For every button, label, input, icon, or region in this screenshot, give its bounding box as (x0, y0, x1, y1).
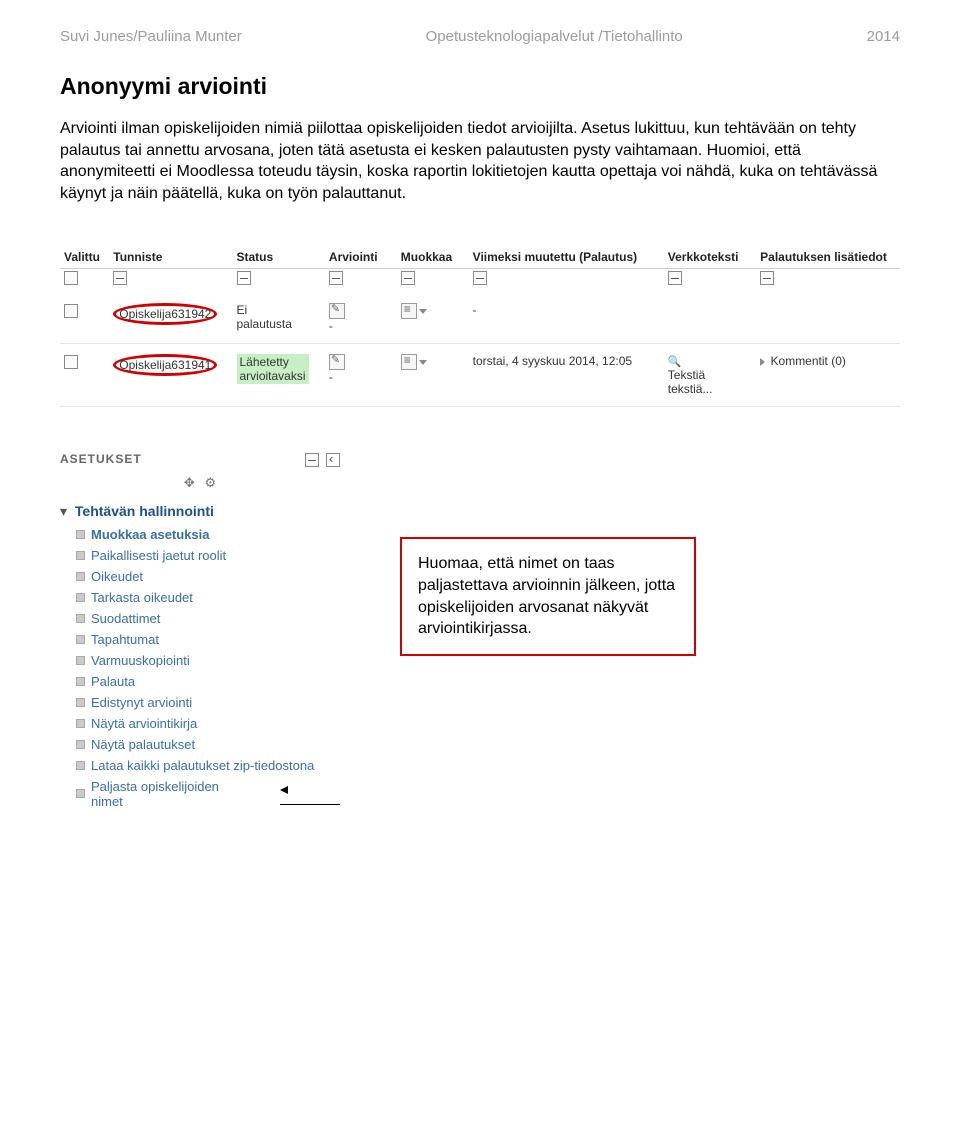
settings-item-check-permissions[interactable]: Tarkasta oikeudet (76, 587, 340, 608)
header-center: Opetusteknologiapalvelut /Tietohallinto (426, 28, 683, 45)
pointer-arrow (280, 781, 340, 811)
bullet-icon (76, 593, 85, 602)
gear-icon[interactable]: ⚙ (204, 475, 216, 490)
settings-item-advanced-grading[interactable]: Edistynyt arviointi (76, 692, 340, 713)
table-collapse-row (60, 269, 900, 294)
settings-block-title: ASETUKSET (60, 452, 142, 466)
collapse-icon[interactable] (401, 271, 415, 285)
last-modified: torstai, 4 syyskuu 2014, 12:05 (469, 344, 664, 407)
status-text: Lähetettyarvioitavaksi (237, 354, 309, 384)
bullet-icon (76, 551, 85, 560)
block-collapse-icon[interactable] (305, 453, 319, 467)
grading-table-wrap: Valittu Tunniste Status Arviointi Muokka… (60, 244, 900, 407)
block-dock-icon[interactable] (326, 453, 340, 467)
col-lisatiedot[interactable]: Palautuksen lisätiedot (756, 244, 900, 269)
grade-value: - (329, 319, 333, 333)
online-text: Tekstiä tekstiä... (668, 368, 713, 396)
col-valittu[interactable]: Valittu (60, 244, 109, 269)
settings-item-permissions[interactable]: Oikeudet (76, 566, 340, 587)
page-header: Suvi Junes/Pauliina Munter Opetusteknolo… (60, 28, 900, 45)
callout-text: Huomaa, että nimet on taas paljastettava… (418, 555, 675, 637)
settings-item-view-submissions[interactable]: Näytä palautukset (76, 734, 340, 755)
col-muutettu[interactable]: Viimeksi muutettu (Palautus) (469, 244, 664, 269)
identifier-circled: Opiskelija631942 (113, 303, 217, 325)
tree-toggle-icon[interactable]: ▾ (60, 503, 67, 519)
extra-info (756, 293, 900, 344)
expand-icon[interactable] (760, 358, 765, 366)
settings-root[interactable]: ▾ Tehtävän hallinnointi (60, 499, 340, 524)
settings-item-download-zip[interactable]: Lataa kaikki palautukset zip-tiedostona (76, 755, 340, 776)
settings-gear-row: ✥ ⚙ (60, 471, 340, 499)
identifier-text: Opiskelija631941 (119, 358, 211, 372)
document-body: Arviointi ilman opiskelijoiden nimiä pii… (60, 118, 900, 204)
edit-icon[interactable] (329, 303, 345, 319)
table-row: Opiskelija631941 Lähetettyarvioitavaksi … (60, 344, 900, 407)
settings-item-edit[interactable]: Muokkaa asetuksia (76, 524, 340, 545)
settings-item-reveal-identities[interactable]: Paljasta opiskelijoiden nimet (76, 776, 340, 812)
grade-value: - (329, 370, 333, 384)
settings-item-gradebook[interactable]: Näytä arviointikirja (76, 713, 340, 734)
magnifier-icon[interactable] (668, 354, 682, 368)
chevron-down-icon[interactable] (419, 360, 427, 365)
settings-item-restore[interactable]: Palauta (76, 671, 340, 692)
settings-block: ASETUKSET ✥ ⚙ ▾ Tehtävän hallinnointi Mu… (60, 447, 340, 812)
identifier-circled: Opiskelija631941 (113, 354, 217, 376)
online-text (664, 293, 756, 344)
bullet-icon (76, 698, 85, 707)
collapse-icon[interactable] (668, 271, 682, 285)
actions-menu-icon[interactable] (401, 354, 417, 370)
collapse-icon[interactable] (473, 271, 487, 285)
collapse-icon[interactable] (113, 271, 127, 285)
col-muokkaa[interactable]: Muokkaa (397, 244, 469, 269)
identifier-text: Opiskelija631942 (119, 307, 211, 321)
header-right: 2014 (867, 28, 900, 45)
row-checkbox[interactable] (64, 304, 78, 318)
bullet-icon (76, 656, 85, 665)
settings-item-backup[interactable]: Varmuuskopiointi (76, 650, 340, 671)
document-title: Anonyymi arviointi (60, 73, 900, 100)
settings-block-header: ASETUKSET (60, 447, 340, 471)
bullet-icon (76, 614, 85, 623)
bullet-icon (76, 635, 85, 644)
callout-box: Huomaa, että nimet on taas paljastettava… (400, 537, 696, 655)
header-left: Suvi Junes/Pauliina Munter (60, 28, 242, 45)
grading-table: Valittu Tunniste Status Arviointi Muokka… (60, 244, 900, 407)
collapse-icon[interactable] (237, 271, 251, 285)
col-status[interactable]: Status (233, 244, 325, 269)
col-tunniste[interactable]: Tunniste (109, 244, 232, 269)
row-checkbox[interactable] (64, 355, 78, 369)
bullet-icon (76, 530, 85, 539)
actions-menu-icon[interactable] (401, 303, 417, 319)
settings-item-events[interactable]: Tapahtumat (76, 629, 340, 650)
move-icon[interactable]: ✥ (184, 475, 195, 490)
settings-item-roles[interactable]: Paikallisesti jaetut roolit (76, 545, 340, 566)
col-arviointi[interactable]: Arviointi (325, 244, 397, 269)
bullet-icon (76, 789, 85, 798)
settings-item-filters[interactable]: Suodattimet (76, 608, 340, 629)
comments-link[interactable]: Kommentit (0) (771, 354, 846, 368)
status-text: Eipalautusta (237, 303, 292, 331)
chevron-down-icon[interactable] (419, 309, 427, 314)
bullet-icon (76, 740, 85, 749)
collapse-icon[interactable] (760, 271, 774, 285)
settings-root-label: Tehtävän hallinnointi (75, 503, 214, 519)
col-verkkoteksti[interactable]: Verkkoteksti (664, 244, 756, 269)
bullet-icon (76, 719, 85, 728)
bullet-icon (76, 572, 85, 581)
bullet-icon (76, 677, 85, 686)
last-modified: - (469, 293, 664, 344)
edit-icon[interactable] (329, 354, 345, 370)
collapse-icon[interactable] (329, 271, 343, 285)
table-row: Opiskelija631942 Eipalautusta - - (60, 293, 900, 344)
settings-list: Muokkaa asetuksia Paikallisesti jaetut r… (60, 524, 340, 812)
table-header-row: Valittu Tunniste Status Arviointi Muokka… (60, 244, 900, 269)
bullet-icon (76, 761, 85, 770)
select-all-checkbox[interactable] (64, 271, 78, 285)
